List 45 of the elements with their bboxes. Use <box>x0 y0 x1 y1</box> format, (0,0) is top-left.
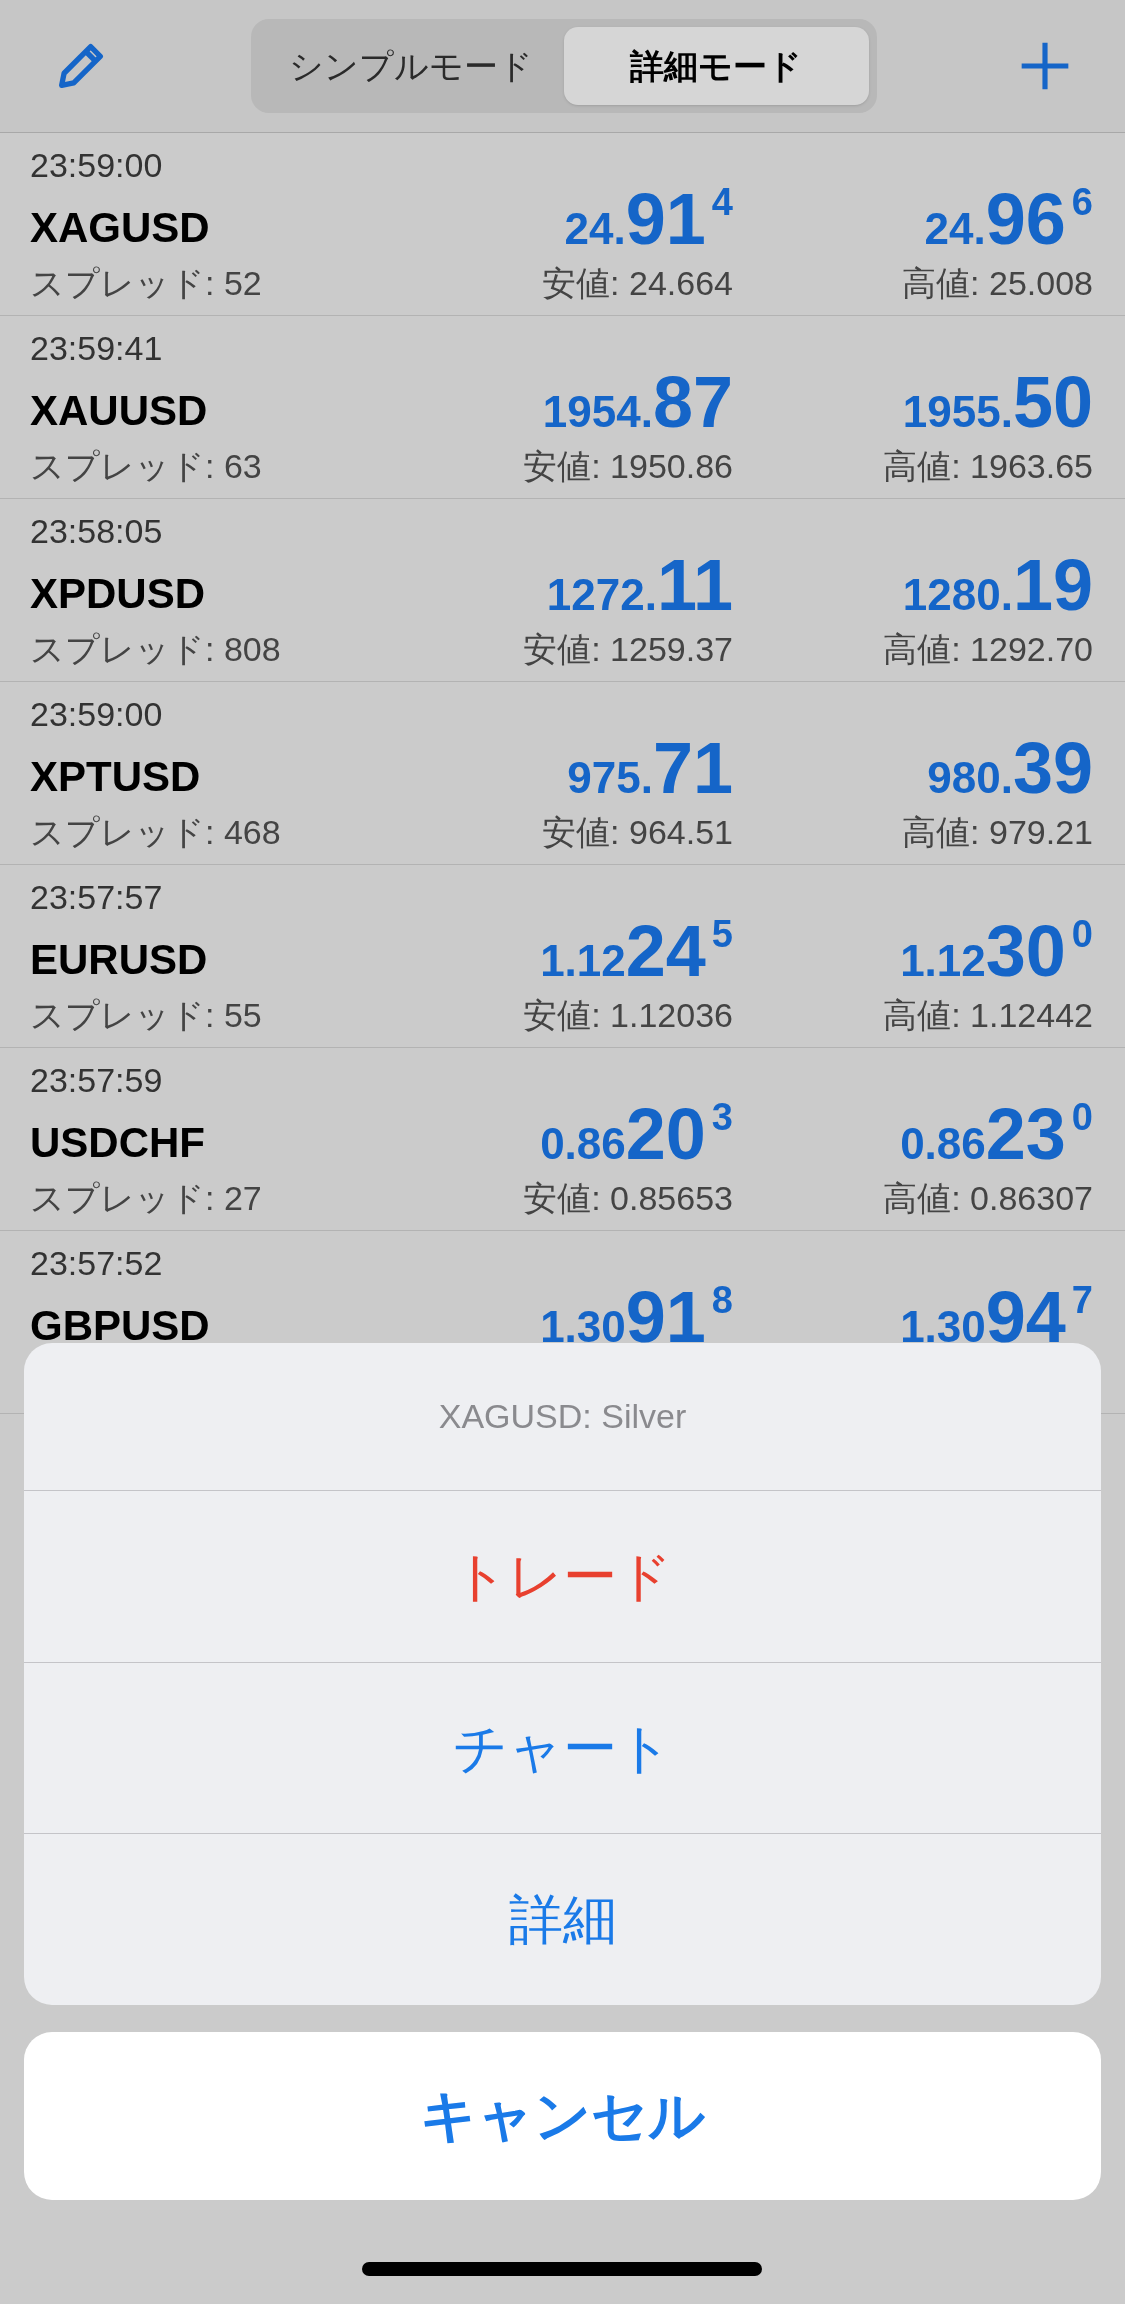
price: 1954.87 <box>542 366 733 438</box>
low-price: 安値: 1259.37 <box>523 629 733 670</box>
high-price: 高値: 979.21 <box>902 812 1093 853</box>
spread-text: スプレッド: 52 <box>30 263 262 304</box>
quote-time: 23:59:00 <box>30 694 163 735</box>
spread-text: スプレッド: 63 <box>30 446 262 487</box>
symbol-name: USDCHF <box>30 1122 205 1164</box>
symbol-name: XAUUSD <box>30 390 208 432</box>
quote-time: 23:57:59 <box>30 1060 163 1101</box>
price: 1280.19 <box>902 549 1093 621</box>
price: 980.39 <box>927 732 1093 804</box>
high-price: 高値: 1292.70 <box>883 629 1093 670</box>
spread-text: スプレッド: 808 <box>30 629 281 670</box>
spread-text: スプレッド: 55 <box>30 995 262 1036</box>
mode-tab[interactable]: 詳細モード <box>563 27 869 105</box>
mode-tab[interactable]: シンプルモード <box>258 27 564 105</box>
sheet-title: XAGUSD: Silver <box>438 1396 687 1437</box>
quote-time: 23:57:57 <box>30 877 163 918</box>
cancel-button[interactable]: キャンセル <box>24 2032 1101 2200</box>
high-price: 高値: 0.86307 <box>883 1178 1093 1219</box>
symbol-name: EURUSD <box>30 939 208 981</box>
low-price: 安値: 24.664 <box>542 263 733 304</box>
low-price: 安値: 1950.86 <box>523 446 733 487</box>
action-item[interactable]: トレード <box>24 1491 1101 1663</box>
quote-time: 23:58:05 <box>30 511 163 552</box>
spread-text: スプレッド: 27 <box>30 1178 262 1219</box>
action-item[interactable]: チャート <box>24 1662 1101 1835</box>
price: 1272.11 <box>546 549 733 621</box>
action-item[interactable]: 詳細 <box>24 1834 1101 2005</box>
low-price: 安値: 964.51 <box>542 812 733 853</box>
quote-time: 23:59:00 <box>30 145 163 186</box>
low-price: 安値: 1.12036 <box>523 995 733 1036</box>
symbol-name: XPDUSD <box>30 573 206 615</box>
quote-time: 23:59:41 <box>30 328 163 369</box>
high-price: 高値: 25.008 <box>902 263 1093 304</box>
high-price: 高値: 1.12442 <box>883 995 1093 1036</box>
price: 1955.50 <box>902 366 1093 438</box>
symbol-name: GBPUSD <box>30 1305 210 1347</box>
symbol-name: XPTUSD <box>30 756 201 798</box>
high-price: 高値: 1963.65 <box>883 446 1093 487</box>
symbol-name: XAGUSD <box>30 207 210 249</box>
price: 975.71 <box>567 732 733 804</box>
low-price: 安値: 0.85653 <box>523 1178 733 1219</box>
spread-text: スプレッド: 468 <box>30 812 281 853</box>
quote-time: 23:57:52 <box>30 1243 163 1284</box>
